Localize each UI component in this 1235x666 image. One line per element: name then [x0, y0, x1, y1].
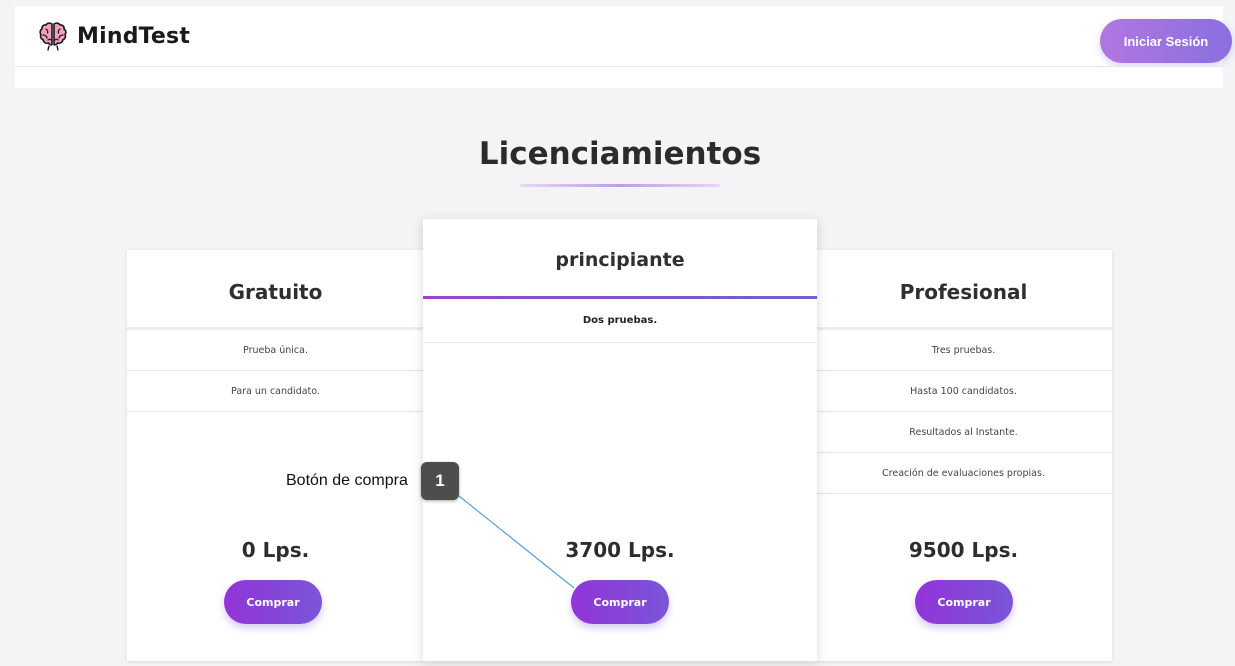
annotation-label: Botón de compra — [286, 472, 408, 489]
plan-feature: Tres pruebas. — [815, 330, 1112, 371]
plan-price: 3700 Lps. — [565, 538, 675, 562]
plan-price: 9500 Lps. — [908, 538, 1019, 562]
plan-name: Gratuito — [228, 280, 323, 304]
plan-features: Tres pruebas. Hasta 100 candidatos. Resu… — [815, 330, 1112, 494]
login-button[interactable]: Iniciar Sesión — [1100, 19, 1232, 63]
plan-feature: Para un candidato. — [127, 371, 424, 412]
buy-button-gratuito[interactable]: Comprar — [224, 580, 322, 624]
plan-feature: Creación de evaluaciones propias. — [815, 453, 1112, 494]
plan-name: principiante — [555, 249, 685, 271]
plan-feature: Resultados al Instante. — [815, 412, 1112, 453]
plan-features: Prueba única. Para un candidato. — [127, 330, 424, 412]
buy-button-principiante[interactable]: Comprar — [571, 580, 669, 624]
header-divider — [15, 66, 1223, 88]
plan-card-gratuito: Gratuito Prueba única. Para un candidato… — [127, 250, 424, 661]
brand-name: MindTest — [77, 23, 191, 49]
plan-card-principiante: principiante Dos pruebas. 3700 Lps. Comp… — [423, 219, 817, 661]
plan-feature: Hasta 100 candidatos. — [815, 371, 1112, 412]
plan-feature: Prueba única. — [127, 330, 424, 371]
page-title: Licenciamientos — [478, 136, 762, 172]
plan-features: Dos pruebas. — [423, 299, 817, 343]
title-underline — [520, 184, 720, 187]
top-navbar: MindTest Iniciar Sesión — [15, 6, 1232, 66]
plan-feature: Dos pruebas. — [423, 299, 817, 343]
brand-logo[interactable]: MindTest — [37, 20, 190, 52]
buy-button-profesional[interactable]: Comprar — [915, 580, 1013, 624]
plan-price: 0 Lps. — [241, 538, 310, 562]
brain-icon — [39, 22, 67, 51]
plan-card-profesional: Profesional Tres pruebas. Hasta 100 cand… — [815, 250, 1112, 661]
plan-name: Profesional — [899, 280, 1028, 304]
annotation-number-badge: 1 — [421, 462, 459, 500]
